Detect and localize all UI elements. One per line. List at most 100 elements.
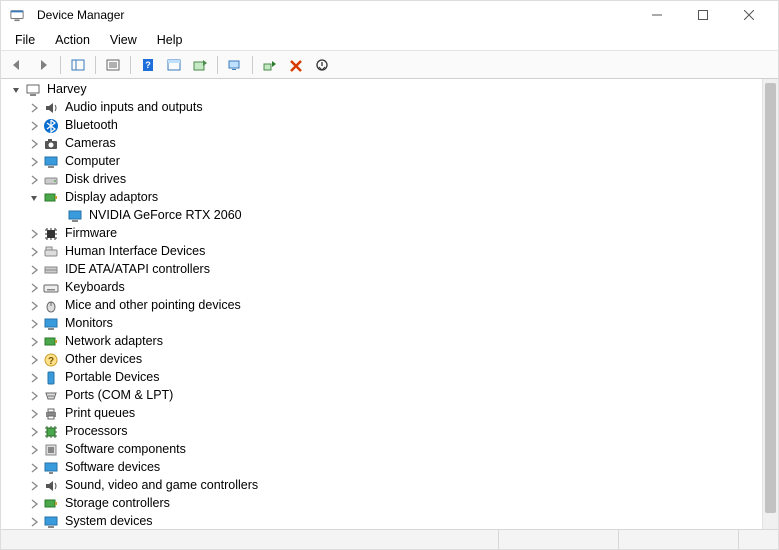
tree-item-swdevices[interactable]: Software devices	[5, 459, 762, 477]
menu-help[interactable]: Help	[149, 31, 191, 49]
tree-item-disk[interactable]: Disk drives	[5, 171, 762, 189]
tree-label: Bluetooth	[65, 117, 118, 135]
tree-item-printqueues[interactable]: Print queues	[5, 405, 762, 423]
tree-item-system[interactable]: System devices	[5, 513, 762, 529]
menu-action[interactable]: Action	[47, 31, 98, 49]
computer-root-icon	[25, 82, 41, 98]
tree-label: Keyboards	[65, 279, 125, 297]
tree-item-firmware[interactable]: Firmware	[5, 225, 762, 243]
expand-icon[interactable]	[27, 389, 41, 403]
tree-item-audio[interactable]: Audio inputs and outputs	[5, 99, 762, 117]
uninstall-device-button[interactable]	[284, 54, 308, 76]
tree-label: NVIDIA GeForce RTX 2060	[89, 207, 242, 225]
expand-icon[interactable]	[27, 317, 41, 331]
monitor-icon	[43, 316, 59, 332]
tree-item-sound[interactable]: Sound, video and game controllers	[5, 477, 762, 495]
window-title: Device Manager	[37, 8, 124, 22]
statusbar-cell	[618, 530, 738, 549]
camera-icon	[43, 136, 59, 152]
scrollbar-thumb[interactable]	[765, 83, 776, 513]
tree-item-display-child[interactable]: · NVIDIA GeForce RTX 2060	[5, 207, 762, 225]
keyboard-icon	[43, 280, 59, 296]
expand-icon[interactable]	[27, 407, 41, 421]
tree-item-network[interactable]: Network adapters	[5, 333, 762, 351]
tree-label: Mice and other pointing devices	[65, 297, 241, 315]
tree-item-computer[interactable]: Computer	[5, 153, 762, 171]
scan-hardware-button[interactable]	[223, 54, 247, 76]
expand-icon[interactable]	[27, 101, 41, 115]
sound-icon	[43, 478, 59, 494]
tree-label: Print queues	[65, 405, 135, 423]
close-button[interactable]	[726, 1, 772, 29]
tree-label: Audio inputs and outputs	[65, 99, 203, 117]
expand-icon[interactable]	[27, 263, 41, 277]
expand-icon[interactable]	[27, 497, 41, 511]
tree-item-processors[interactable]: Processors	[5, 423, 762, 441]
hid-icon	[43, 244, 59, 260]
expand-icon[interactable]	[27, 137, 41, 151]
tree-item-mice[interactable]: Mice and other pointing devices	[5, 297, 762, 315]
tree-label: Monitors	[65, 315, 113, 333]
tree-item-swcomponents[interactable]: Software components	[5, 441, 762, 459]
expand-icon[interactable]	[27, 353, 41, 367]
speaker-icon	[43, 100, 59, 116]
collapse-icon[interactable]	[27, 191, 41, 205]
minimize-button[interactable]	[634, 1, 680, 29]
expand-icon[interactable]	[27, 119, 41, 133]
expand-icon[interactable]	[27, 461, 41, 475]
tree-item-ports[interactable]: Ports (COM & LPT)	[5, 387, 762, 405]
expand-icon[interactable]	[27, 227, 41, 241]
enable-device-button[interactable]	[258, 54, 282, 76]
properties-button[interactable]	[101, 54, 125, 76]
storage-icon	[43, 496, 59, 512]
expand-icon[interactable]	[27, 281, 41, 295]
vertical-scrollbar[interactable]	[762, 79, 778, 529]
tree-label: Harvey	[47, 81, 87, 99]
menu-file[interactable]: File	[7, 31, 43, 49]
expand-icon[interactable]	[27, 335, 41, 349]
action-item-button[interactable]	[162, 54, 186, 76]
expand-icon[interactable]	[27, 425, 41, 439]
expand-icon[interactable]	[27, 173, 41, 187]
expand-icon[interactable]	[27, 371, 41, 385]
tree-item-monitors[interactable]: Monitors	[5, 315, 762, 333]
device-tree[interactable]: Harvey Audio inputs and outputs Bluetoot…	[1, 79, 762, 529]
expand-icon[interactable]	[27, 443, 41, 457]
tree-label: System devices	[65, 513, 153, 529]
software-icon	[43, 442, 59, 458]
expand-icon[interactable]	[27, 479, 41, 493]
maximize-button[interactable]	[680, 1, 726, 29]
toolbar-separator	[217, 56, 218, 74]
port-icon	[43, 388, 59, 404]
tree-label: IDE ATA/ATAPI controllers	[65, 261, 210, 279]
menubar: File Action View Help	[1, 29, 778, 51]
tree-item-hid[interactable]: Human Interface Devices	[5, 243, 762, 261]
tree-item-cameras[interactable]: Cameras	[5, 135, 762, 153]
tree-item-bluetooth[interactable]: Bluetooth	[5, 117, 762, 135]
back-button[interactable]	[5, 54, 29, 76]
expand-icon[interactable]	[27, 515, 41, 529]
help-button[interactable]: ?	[136, 54, 160, 76]
tree-item-keyboards[interactable]: Keyboards	[5, 279, 762, 297]
forward-button[interactable]	[31, 54, 55, 76]
tree-item-storage[interactable]: Storage controllers	[5, 495, 762, 513]
collapse-icon[interactable]	[9, 83, 23, 97]
menu-view[interactable]: View	[102, 31, 145, 49]
tree-item-other[interactable]: ? Other devices	[5, 351, 762, 369]
tree-label: Cameras	[65, 135, 116, 153]
tree-label: Sound, video and game controllers	[65, 477, 258, 495]
statusbar-grip[interactable]	[738, 530, 778, 549]
tree-item-portable[interactable]: Portable Devices	[5, 369, 762, 387]
tree-label: Storage controllers	[65, 495, 170, 513]
expand-icon[interactable]	[27, 245, 41, 259]
processor-icon	[43, 424, 59, 440]
show-hide-tree-button[interactable]	[66, 54, 90, 76]
tree-item-ide[interactable]: IDE ATA/ATAPI controllers	[5, 261, 762, 279]
expand-icon[interactable]	[27, 155, 41, 169]
app-icon	[9, 7, 25, 23]
disable-device-button[interactable]	[310, 54, 334, 76]
expand-icon[interactable]	[27, 299, 41, 313]
tree-item-display[interactable]: Display adaptors	[5, 189, 762, 207]
update-driver-button[interactable]	[188, 54, 212, 76]
tree-root[interactable]: Harvey	[5, 81, 762, 99]
